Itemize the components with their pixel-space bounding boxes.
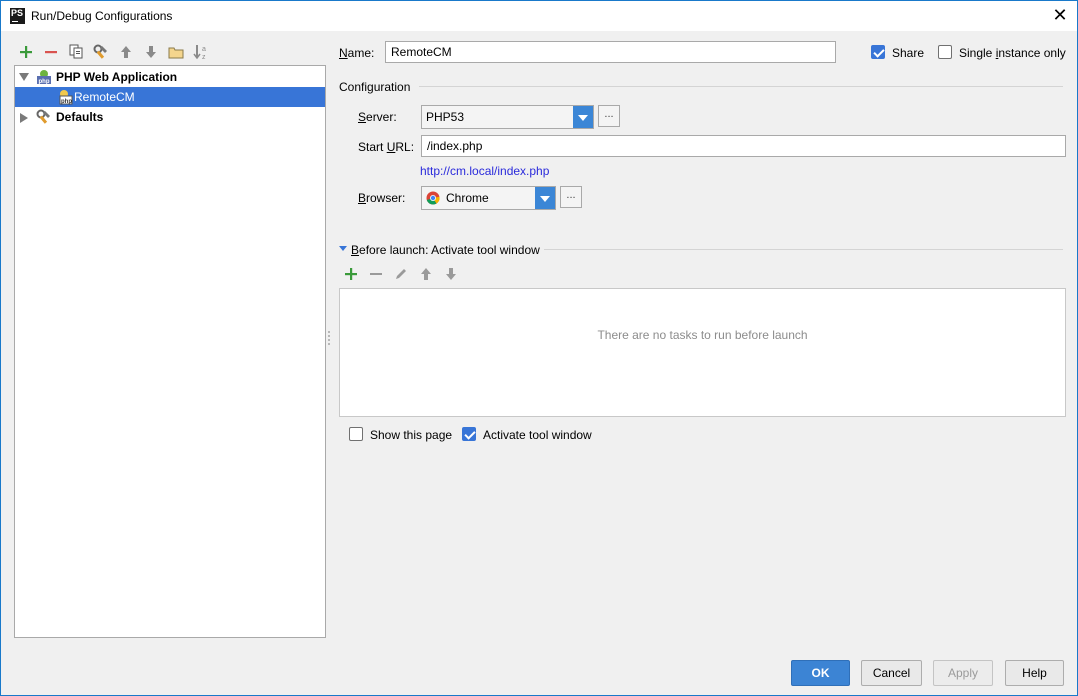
tree-item-remotecm[interactable]: php RemoteCM — [15, 87, 325, 107]
copy-icon[interactable] — [67, 43, 85, 61]
apply-button[interactable]: Apply — [933, 660, 993, 686]
remove-task-icon[interactable] — [367, 265, 385, 283]
svg-text:z: z — [202, 54, 206, 60]
activate-tool-window-label: Activate tool window — [483, 428, 592, 442]
edit-defaults-icon[interactable] — [92, 43, 110, 61]
expand-arrow-icon[interactable] — [19, 73, 29, 81]
chevron-down-icon[interactable] — [535, 187, 555, 209]
move-task-up-icon[interactable] — [417, 265, 435, 283]
single-instance-label: Single instance only — [959, 46, 1066, 60]
svg-text:a: a — [202, 46, 206, 53]
collapse-triangle-icon[interactable] — [339, 246, 347, 252]
show-page-checkbox[interactable] — [349, 427, 363, 441]
move-down-icon[interactable] — [142, 43, 160, 61]
activate-tool-window-checkbox[interactable] — [462, 427, 476, 441]
browser-label: Browser: — [358, 191, 406, 205]
server-browse-button[interactable]: ... — [598, 105, 620, 127]
window-title: Run/Debug Configurations — [31, 9, 173, 23]
section-divider — [544, 249, 1063, 250]
tree-group-php-web-application[interactable]: php PHP Web Application — [15, 67, 325, 87]
start-url-label: Start URL: — [358, 140, 415, 154]
server-select[interactable]: PHP53 — [421, 105, 594, 129]
ok-button[interactable]: OK — [791, 660, 850, 686]
collapse-arrow-icon[interactable] — [20, 113, 28, 123]
server-select-value: PHP53 — [426, 110, 465, 124]
chrome-icon — [426, 191, 440, 205]
remove-icon[interactable] — [42, 43, 60, 61]
name-field[interactable]: RemoteCM — [385, 41, 836, 63]
share-checkbox[interactable] — [871, 45, 885, 59]
tree-item-label: RemoteCM — [74, 90, 135, 104]
sort-icon[interactable]: az — [192, 43, 210, 61]
phpstorm-app-icon: PS — [10, 8, 25, 24]
php-config-icon: php — [59, 90, 73, 105]
tree-group-label: PHP Web Application — [56, 70, 178, 84]
browser-browse-button[interactable]: ... — [560, 186, 582, 208]
tree-defaults-label: Defaults — [56, 110, 104, 124]
title-bar: PS Run/Debug Configurations ✕ — [1, 1, 1077, 31]
folder-icon[interactable] — [167, 43, 185, 61]
browser-select[interactable]: Chrome — [421, 186, 556, 210]
before-launch-task-list[interactable]: There are no tasks to run before launch — [339, 288, 1066, 417]
server-label: Server: — [358, 110, 397, 124]
edit-task-icon[interactable] — [392, 265, 410, 283]
close-icon[interactable]: ✕ — [1051, 6, 1069, 24]
svg-text:php: php — [39, 79, 50, 85]
add-icon[interactable] — [17, 43, 35, 61]
configurations-tree[interactable]: php PHP Web Application php RemoteCM Def… — [14, 65, 326, 638]
move-up-icon[interactable] — [117, 43, 135, 61]
cancel-button[interactable]: Cancel — [861, 660, 922, 686]
start-url-field[interactable]: /index.php — [421, 135, 1066, 157]
show-page-label: Show this page — [370, 428, 453, 442]
chevron-down-icon[interactable] — [573, 106, 593, 128]
run-debug-dialog: PS Run/Debug Configurations ✕ az php PHP… — [0, 0, 1078, 696]
resolved-url-link[interactable]: http://cm.local/index.php — [420, 164, 549, 178]
php-web-app-icon: php — [37, 70, 51, 85]
help-button[interactable]: Help — [1005, 660, 1064, 686]
splitter-handle[interactable] — [327, 331, 331, 347]
move-task-down-icon[interactable] — [442, 265, 460, 283]
before-launch-heading[interactable]: Before launch: Activate tool window — [351, 242, 540, 258]
share-label: Share — [892, 46, 925, 60]
svg-text:php: php — [61, 99, 72, 105]
single-instance-checkbox[interactable] — [938, 45, 952, 59]
wrench-icon — [36, 109, 50, 124]
name-label: Name: — [339, 46, 375, 60]
browser-select-value: Chrome — [446, 191, 489, 205]
tree-group-defaults[interactable]: Defaults — [15, 107, 325, 127]
add-task-icon[interactable] — [342, 265, 360, 283]
empty-tasks-text: There are no tasks to run before launch — [597, 328, 808, 342]
section-divider — [419, 86, 1063, 87]
configuration-heading: Configuration — [339, 80, 411, 94]
